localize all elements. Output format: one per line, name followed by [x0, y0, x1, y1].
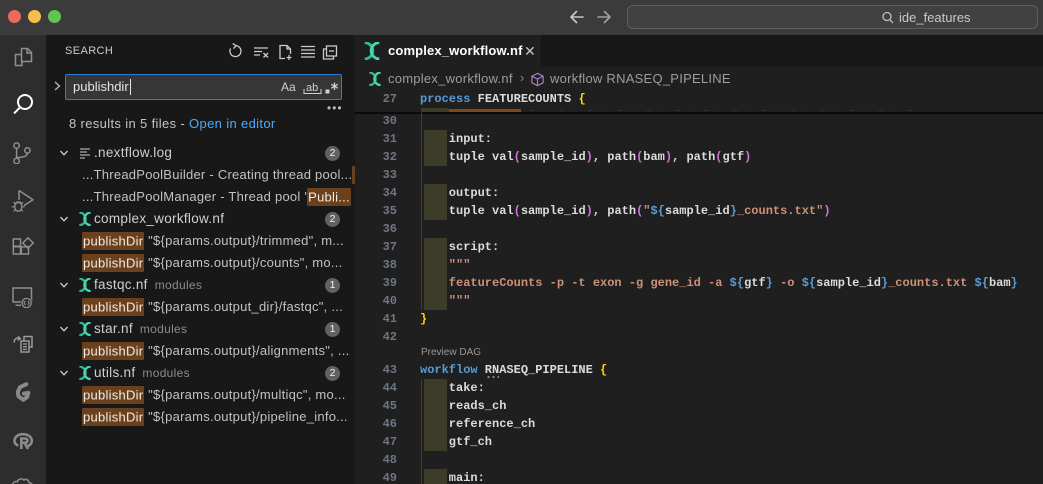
- svg-text:ab: ab: [306, 82, 318, 94]
